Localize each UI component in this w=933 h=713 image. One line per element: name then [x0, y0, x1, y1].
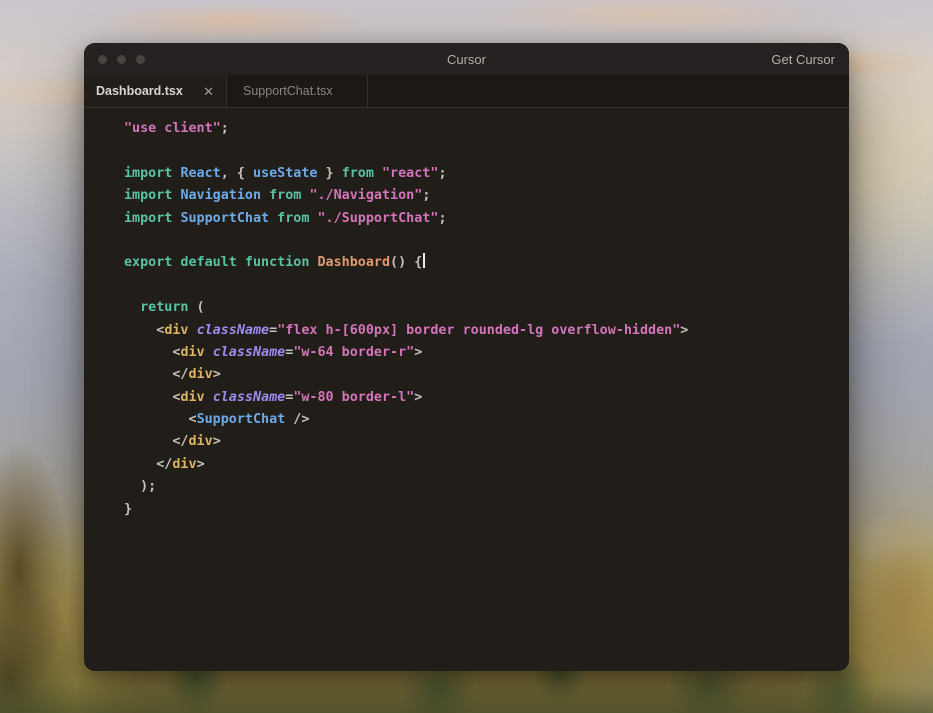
code-line: </div> [124, 454, 849, 476]
text-cursor [423, 253, 426, 269]
code-token: useState [253, 165, 318, 181]
code-token: ; [438, 165, 447, 181]
code-token: import [124, 210, 181, 226]
code-line: </div> [124, 364, 849, 386]
code-token: "use client" [124, 121, 221, 136]
code-token: > [196, 456, 205, 472]
code-token: < [124, 322, 165, 338]
code-line: import Navigation from "./Navigation"; [124, 185, 849, 207]
tab-dashboard-label: Dashboard.tsx [96, 84, 183, 98]
code-token: ); [124, 479, 157, 495]
code-token: import [124, 165, 181, 181]
code-token: React [180, 165, 221, 181]
code-line: } [124, 499, 849, 521]
close-icon[interactable]: ✕ [203, 85, 214, 98]
code-token: () { [390, 255, 423, 271]
tab-supportchat-label: SupportChat.tsx [243, 84, 333, 98]
code-token: < [124, 389, 181, 405]
tab-bar-empty-space [368, 75, 849, 107]
code-line: return ( [124, 297, 849, 319]
code-editor[interactable]: "use client"; import React, { useState }… [84, 108, 849, 671]
code-token: div [180, 389, 205, 405]
code-token: return [140, 300, 189, 316]
window-controls [98, 54, 145, 64]
code-token: = [269, 322, 278, 338]
titlebar-drag-region[interactable]: Cursor Get Cursor [84, 43, 849, 75]
code-line: <div className="w-80 border-l"> [124, 387, 849, 409]
code-line: export default function Dashboard() { [124, 252, 849, 274]
code-token: "w-80 border-l" [293, 389, 415, 405]
code-line: <div className="flex h-[600px] border ro… [124, 320, 849, 342]
code-token: > [414, 344, 423, 360]
code-token: > [680, 322, 689, 338]
code-token: "./Navigation" [309, 188, 423, 204]
window-zoom-button[interactable] [136, 54, 145, 64]
code-token: } [317, 165, 342, 181]
window-minimize-button[interactable] [117, 54, 126, 64]
code-token: ; [438, 210, 447, 226]
code-token: , { [220, 165, 253, 181]
code-token: div [188, 434, 213, 450]
code-token: SupportChat [196, 412, 286, 428]
code-token: import [124, 188, 181, 204]
code-token: from [269, 210, 318, 226]
code-token: < [124, 344, 181, 360]
code-token: div [188, 367, 213, 383]
code-token: div [180, 344, 205, 360]
tab-supportchat[interactable]: SupportChat.tsx [227, 75, 368, 107]
cursor-window: Cursor Get Cursor Dashboard.tsx ✕ Suppor… [84, 43, 849, 671]
code-token: Dashboard [317, 255, 391, 271]
code-block: "use client"; import React, { useState }… [124, 118, 849, 521]
code-token: ; [422, 188, 431, 204]
window-close-button[interactable] [98, 54, 107, 64]
get-cursor-link[interactable]: Get Cursor [771, 52, 835, 67]
code-token: > [414, 389, 423, 405]
code-line: <SupportChat /> [124, 409, 849, 431]
code-token: ( [188, 300, 205, 316]
code-token: "react" [382, 165, 439, 181]
code-token: div [164, 322, 189, 338]
code-line: import SupportChat from "./SupportChat"; [124, 208, 849, 230]
code-token: from [261, 188, 310, 204]
code-token: className [212, 344, 286, 360]
tab-bar: Dashboard.tsx ✕ SupportChat.tsx [84, 75, 849, 108]
code-token: className [196, 322, 270, 338]
tab-dashboard[interactable]: Dashboard.tsx ✕ [84, 75, 227, 107]
code-line: <div className="w-64 border-r"> [124, 342, 849, 364]
code-token: /> [285, 412, 310, 428]
code-line: "use client"; [124, 118, 849, 140]
code-token: </ [124, 367, 189, 383]
code-token: "flex h-[600px] border rounded-lg overfl… [277, 322, 681, 338]
code-line: import React, { useState } from "react"; [124, 163, 849, 185]
code-line: </div> [124, 431, 849, 453]
code-token: > [212, 434, 221, 450]
code-token: < [124, 412, 197, 428]
window-title: Cursor [446, 51, 486, 67]
code-token: from [341, 165, 382, 181]
code-token: "./SupportChat" [317, 210, 439, 226]
code-token: "w-64 border-r" [293, 344, 415, 360]
code-line: ); [124, 476, 849, 498]
code-token: </ [124, 456, 173, 472]
code-token: ; [220, 121, 229, 136]
code-token: className [212, 389, 286, 405]
code-token: export default function [124, 255, 318, 271]
code-token: } [124, 501, 133, 517]
code-token: > [212, 367, 221, 383]
code-token: SupportChat [180, 210, 270, 226]
code-token: </ [124, 434, 189, 450]
code-token: Navigation [180, 188, 262, 204]
code-token: div [172, 456, 197, 472]
